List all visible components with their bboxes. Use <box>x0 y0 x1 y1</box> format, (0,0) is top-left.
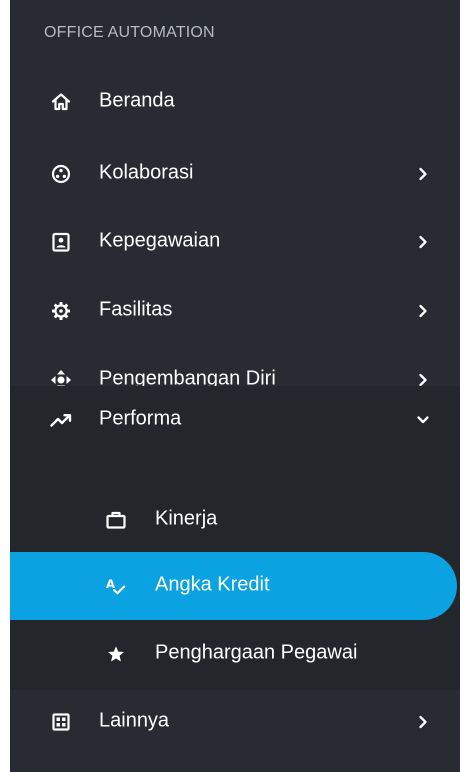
section-title: OFFICE AUTOMATION <box>44 24 215 41</box>
star-icon <box>106 644 126 664</box>
sidebar-item-beranda[interactable]: Beranda <box>10 68 460 136</box>
home-icon <box>50 91 72 113</box>
sidebar-item-label: Fasilitas <box>99 298 173 321</box>
chevron-right-icon <box>416 715 430 729</box>
spellcheck-icon: A <box>106 576 126 596</box>
chevron-down-icon <box>416 413 430 427</box>
sidebar-item-label: Lainnya <box>99 709 170 732</box>
chevron-right-icon <box>416 235 430 249</box>
briefcase-icon <box>106 510 126 530</box>
sidebar: OFFICE AUTOMATION Beranda Kolaborasi Kep… <box>10 0 460 772</box>
sidebar-item-kolaborasi[interactable]: Kolaborasi <box>10 140 460 208</box>
grid-icon <box>50 711 72 733</box>
svg-text:A: A <box>106 577 116 591</box>
sidebar-item-label: Performa <box>99 407 182 430</box>
gear-icon <box>50 300 72 322</box>
chevron-right-icon <box>416 373 430 387</box>
submenu-item-label: Kinerja <box>155 507 218 530</box>
submenu-item-kinerja[interactable]: Kinerja <box>10 486 460 554</box>
sidebar-item-lainnya[interactable]: Lainnya <box>10 688 460 756</box>
sidebar-item-label: Kolaborasi <box>99 161 194 184</box>
collaboration-icon <box>50 163 72 185</box>
chevron-right-icon <box>416 304 430 318</box>
sidebar-item-kepegawaian[interactable]: Kepegawaian <box>10 208 460 276</box>
submenu-item-angka-kredit[interactable]: A Angka Kredit <box>10 552 457 620</box>
sidebar-item-performa[interactable]: Performa <box>10 386 460 454</box>
submenu-item-label: Penghargaan Pegawai <box>155 641 358 664</box>
performa-submenu: Performa Kinerja A Angka Kredit Pengharg… <box>10 386 460 690</box>
submenu-item-label: Angka Kredit <box>155 573 270 596</box>
sidebar-item-fasilitas[interactable]: Fasilitas <box>10 277 460 345</box>
sidebar-item-label: Beranda <box>99 89 175 112</box>
employee-badge-icon <box>50 231 72 253</box>
chevron-right-icon <box>416 167 430 181</box>
trending-up-icon <box>50 409 72 431</box>
submenu-item-penghargaan-pegawai[interactable]: Penghargaan Pegawai <box>10 620 460 688</box>
sidebar-item-label: Kepegawaian <box>99 229 221 252</box>
